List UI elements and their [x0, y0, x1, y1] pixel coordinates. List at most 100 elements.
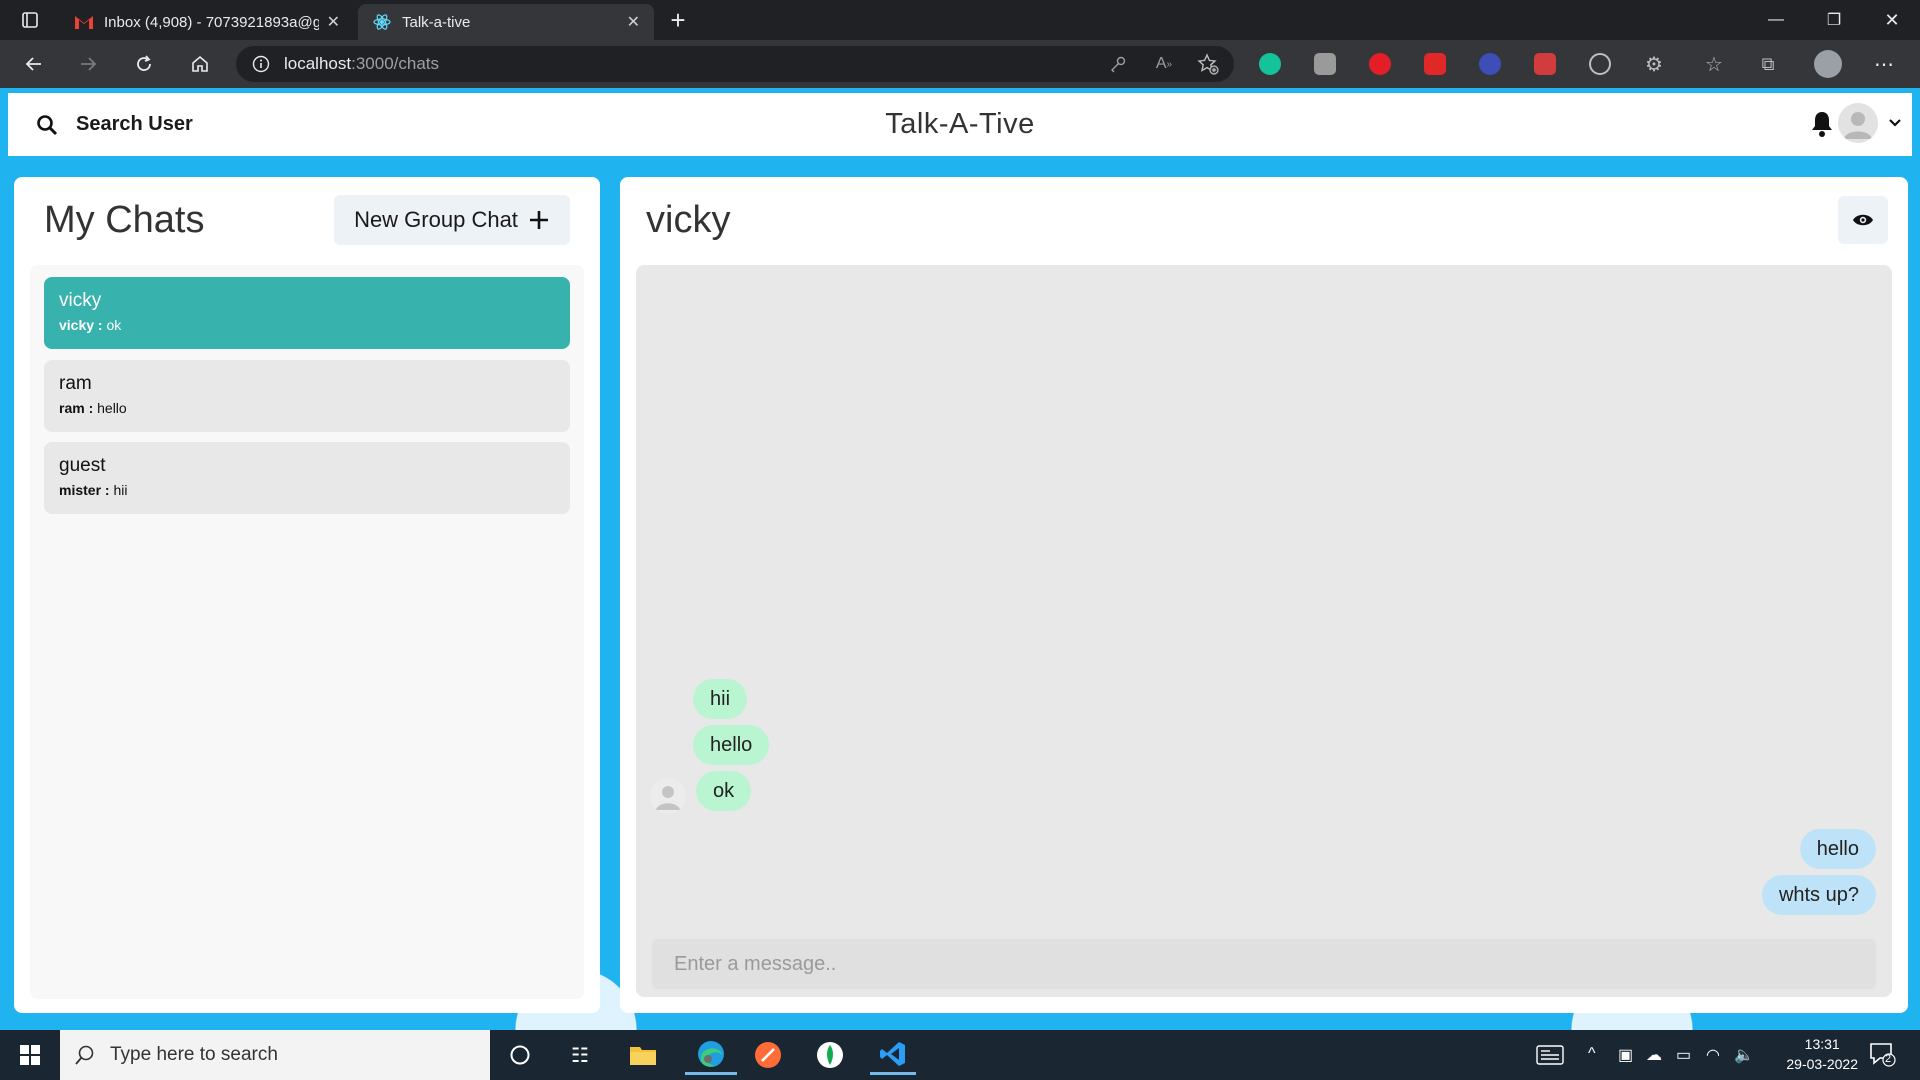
- search-user-label: Search User: [76, 113, 193, 135]
- chat-name: guest: [59, 455, 106, 476]
- latest-text: hii: [113, 482, 128, 498]
- notification-bell-icon[interactable]: [1810, 110, 1834, 143]
- camera-extension-icon[interactable]: [1314, 53, 1336, 75]
- clock-date: 29-03-2022: [1786, 1056, 1858, 1072]
- conversation-title: vicky: [646, 199, 731, 241]
- search-icon: [37, 114, 58, 135]
- edge-browser-icon[interactable]: [685, 1035, 737, 1075]
- task-view-icon[interactable]: ☷: [560, 1035, 600, 1075]
- app-page: Search User Talk-A-Tive My Chats New Gro…: [0, 88, 1920, 1030]
- read-aloud-icon[interactable]: A»: [1148, 48, 1180, 80]
- user-icon: [656, 786, 680, 810]
- chat-item-vicky[interactable]: vicky vicky : ok: [44, 277, 570, 349]
- meet-now-icon[interactable]: ▣: [1618, 1045, 1633, 1065]
- new-tab-icon[interactable]: +: [662, 4, 694, 36]
- latest-sender: ram :: [59, 400, 94, 416]
- video-extension-icon[interactable]: [1424, 53, 1446, 75]
- back-icon[interactable]: [18, 48, 50, 80]
- forward-icon[interactable]: [72, 48, 104, 80]
- view-profile-button[interactable]: [1838, 196, 1888, 244]
- message-bubble: hello: [1799, 829, 1876, 869]
- latest-message: vicky : ok: [59, 317, 555, 333]
- more-options-icon[interactable]: ⋯: [1868, 48, 1900, 80]
- message-input[interactable]: [652, 939, 1876, 989]
- clock-time: 13:31: [1804, 1036, 1840, 1052]
- profile-icon[interactable]: [1812, 48, 1844, 80]
- message-bubble: whts up?: [1761, 875, 1876, 915]
- taskbar-search[interactable]: Type here to search: [60, 1030, 490, 1080]
- latest-message: ram : hello: [59, 400, 555, 416]
- tab-actions-icon[interactable]: [14, 4, 46, 36]
- chat-name: ram: [59, 373, 92, 394]
- conversation-panel: vicky hii hello ok hello whts up?: [620, 177, 1908, 1013]
- target-extension-icon[interactable]: [1589, 53, 1611, 75]
- extensions-icon[interactable]: ⚙: [1638, 48, 1670, 80]
- onedrive-icon[interactable]: ☁: [1646, 1045, 1662, 1065]
- latest-text: hello: [97, 400, 127, 416]
- message-bubble: hello: [693, 725, 770, 765]
- tab-talk-a-tive[interactable]: Talk-a-tive ✕: [358, 4, 654, 40]
- password-key-icon[interactable]: [1102, 48, 1134, 80]
- chat-item-ram[interactable]: ram ram : hello: [44, 360, 570, 432]
- search-user-button[interactable]: Search User: [36, 93, 193, 156]
- chat-item-guest[interactable]: guest mister : hii: [44, 442, 570, 514]
- wifi-icon[interactable]: ◠: [1706, 1045, 1720, 1065]
- react-icon: [373, 14, 391, 30]
- notifications-icon[interactable]: 2: [1868, 1040, 1896, 1073]
- taskbar-clock[interactable]: 13:31 29-03-2022: [1786, 1034, 1858, 1074]
- url-host: localhost: [284, 54, 352, 73]
- avatar: [1838, 103, 1878, 143]
- vpn-extension-icon[interactable]: [1479, 53, 1501, 75]
- profile-menu-button[interactable]: [1838, 103, 1902, 143]
- cortana-icon[interactable]: [500, 1035, 540, 1075]
- chat-list: vicky vicky : ok ram ram : hello guest m…: [30, 265, 584, 999]
- file-explorer-icon[interactable]: [623, 1035, 663, 1075]
- user-icon: [1844, 112, 1872, 139]
- app-brand: Talk-A-Tive: [885, 108, 1035, 140]
- my-chats-title: My Chats: [44, 199, 205, 241]
- tab-gmail[interactable]: Inbox (4,908) - 7073921893a@gmail.com ✕: [60, 4, 354, 40]
- volume-icon[interactable]: 🔈: [1734, 1045, 1754, 1065]
- mongodb-compass-icon[interactable]: [810, 1035, 850, 1075]
- latest-text: ok: [106, 317, 122, 333]
- latest-sender: vicky :: [59, 317, 103, 333]
- home-icon[interactable]: [184, 48, 216, 80]
- new-group-chat-button[interactable]: New Group Chat: [334, 195, 570, 245]
- close-tab-icon[interactable]: ✕: [627, 12, 640, 32]
- sender-avatar[interactable]: [650, 778, 686, 814]
- url-path: :3000/chats: [351, 54, 440, 73]
- message-bubble: hii: [693, 679, 748, 719]
- notification-count: 2: [1885, 1053, 1892, 1065]
- info-icon[interactable]: [252, 55, 270, 73]
- message-bubble: ok: [696, 771, 752, 811]
- windows-start-icon[interactable]: [10, 1035, 50, 1075]
- latest-message: mister : hii: [59, 482, 555, 498]
- plus-icon: [529, 211, 548, 229]
- postman-icon[interactable]: [748, 1035, 788, 1075]
- chat-name: vicky: [59, 290, 102, 311]
- refresh-icon[interactable]: [128, 48, 160, 80]
- vscode-icon[interactable]: [870, 1035, 916, 1075]
- close-window-icon[interactable]: ✕: [1864, 0, 1920, 40]
- minimize-icon[interactable]: —: [1748, 0, 1804, 40]
- news-widget-icon[interactable]: [1536, 1045, 1564, 1070]
- tab-title: Inbox (4,908) - 7073921893a@gmail.com: [104, 13, 319, 31]
- new-group-chat-label: New Group Chat: [354, 207, 518, 232]
- restore-icon[interactable]: ❐: [1806, 0, 1862, 40]
- puzzle-red-extension-icon[interactable]: [1534, 53, 1556, 75]
- favorites-icon[interactable]: ☆: [1698, 48, 1730, 80]
- collections-icon[interactable]: ⧉: [1752, 48, 1784, 80]
- windows-taskbar: Type here to search ☷ ^ ▣ ☁ ▭ ◠ 🔈 13:31 …: [0, 1030, 1920, 1080]
- chevron-down-icon: [1889, 119, 1901, 127]
- chevron-up-icon[interactable]: ^: [1588, 1045, 1596, 1063]
- battery-icon[interactable]: ▭: [1676, 1045, 1691, 1065]
- eye-icon: [1853, 214, 1873, 226]
- address-bar[interactable]: localhost:3000/chats: [236, 46, 1234, 82]
- adblock-extension-icon[interactable]: [1369, 53, 1391, 75]
- add-favorite-icon[interactable]: [1192, 48, 1224, 80]
- browser-toolbar: localhost:3000/chats A» ⚙ ☆ ⧉ ⋯: [0, 40, 1920, 88]
- gmail-icon: [75, 16, 93, 29]
- grammarly-extension-icon[interactable]: [1259, 53, 1281, 75]
- close-tab-icon[interactable]: ✕: [327, 12, 340, 32]
- app-header: Search User Talk-A-Tive: [8, 93, 1912, 156]
